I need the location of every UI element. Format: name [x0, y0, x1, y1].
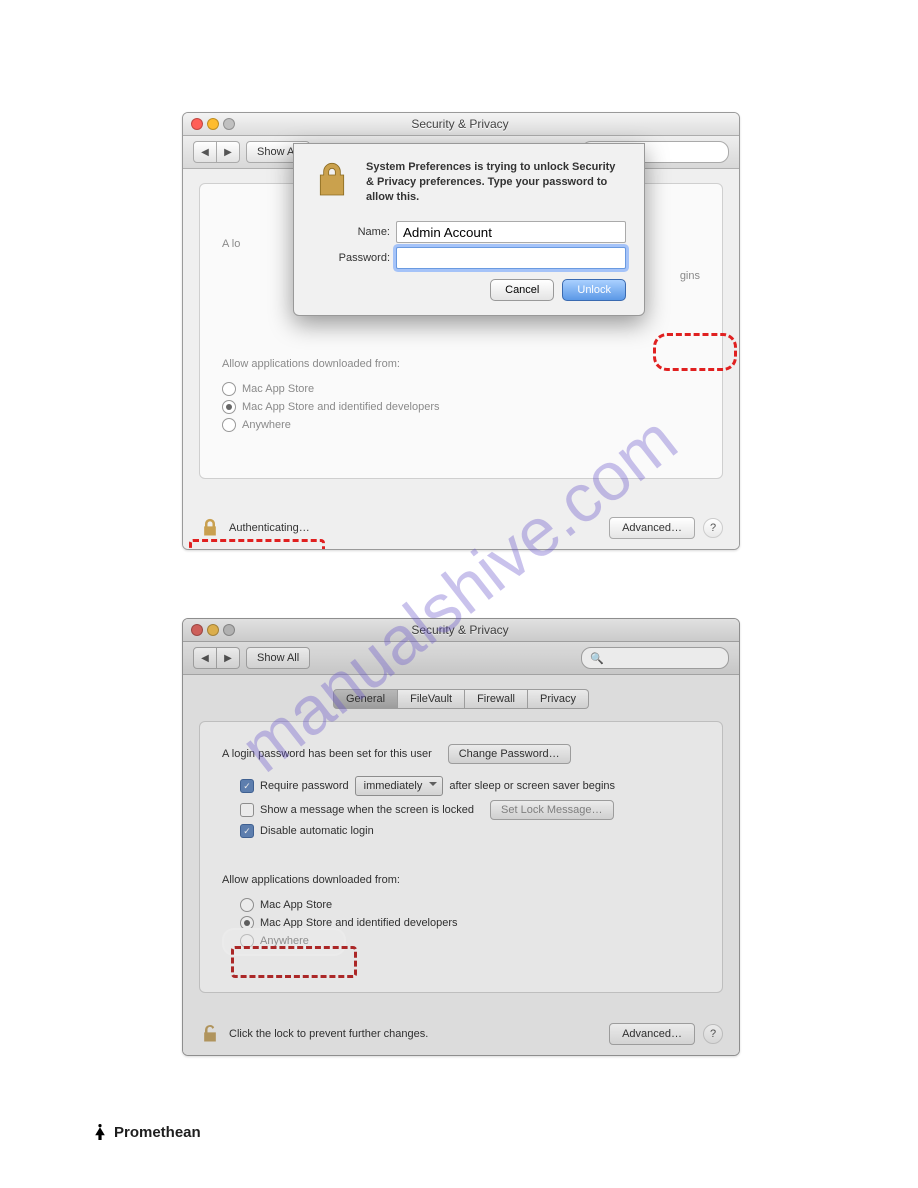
- login-text-fragment: A lo: [222, 238, 240, 250]
- lock-icon[interactable]: [199, 517, 221, 539]
- pane-footer: Authenticating… Advanced… ?: [199, 517, 723, 539]
- require-password-after: after sleep or screen saver begins: [449, 780, 615, 792]
- modal-message: System Preferences is trying to unlock S…: [366, 160, 626, 205]
- set-lock-message-button[interactable]: Set Lock Message…: [490, 800, 614, 820]
- brand-name: Promethean: [114, 1124, 201, 1141]
- settings-card: A login password has been set for this u…: [199, 721, 723, 993]
- cancel-button[interactable]: Cancel: [490, 279, 554, 301]
- auth-modal: System Preferences is trying to unlock S…: [293, 143, 645, 316]
- toolbar: ◀ ▶ Show All 🔍: [183, 642, 739, 675]
- window-security-privacy-unlocked: Security & Privacy ◀ ▶ Show All 🔍 Genera…: [182, 618, 740, 1056]
- window-title: Security & Privacy: [235, 623, 685, 637]
- opt-identified-dev: Mac App Store and identified developers: [242, 401, 440, 413]
- tab-bar: General FileVault Firewall Privacy: [199, 689, 723, 709]
- tab-filevault[interactable]: FileVault: [398, 689, 465, 709]
- advanced-button[interactable]: Advanced…: [609, 517, 695, 539]
- show-message-text: Show a message when the screen is locked: [260, 804, 474, 816]
- help-button[interactable]: ?: [703, 518, 723, 538]
- checkbox-require-password[interactable]: ✓: [240, 779, 254, 793]
- unlock-button[interactable]: Unlock: [562, 279, 626, 301]
- close-icon[interactable]: [191, 624, 203, 636]
- auth-form: Name: Password:: [312, 221, 626, 269]
- radio-mac-app-store[interactable]: [240, 898, 254, 912]
- tab-firewall[interactable]: Firewall: [465, 689, 528, 709]
- keychain-lock-icon: [312, 160, 352, 200]
- traffic-lights: [183, 624, 235, 636]
- window-title: Security & Privacy: [235, 117, 685, 131]
- back-button[interactable]: ◀: [193, 647, 217, 669]
- back-button[interactable]: ◀: [193, 141, 217, 163]
- zoom-icon[interactable]: [223, 624, 235, 636]
- require-password-text: Require password: [260, 780, 349, 792]
- login-password-text: A login password has been set for this u…: [222, 748, 432, 760]
- unlock-icon[interactable]: [199, 1023, 221, 1045]
- show-all-button[interactable]: Show All: [246, 647, 310, 669]
- name-input[interactable]: [396, 221, 626, 243]
- highlight-oval: [222, 928, 346, 956]
- modal-header: System Preferences is trying to unlock S…: [312, 160, 626, 205]
- password-input[interactable]: [396, 247, 626, 269]
- promethean-icon: [92, 1122, 108, 1142]
- require-password-delay[interactable]: immediately: [355, 776, 444, 796]
- pane-body: General FileVault Firewall Privacy A log…: [183, 675, 739, 1055]
- forward-button[interactable]: ▶: [217, 141, 240, 163]
- traffic-lights: [183, 118, 235, 130]
- help-button[interactable]: ?: [703, 1024, 723, 1044]
- search-input[interactable]: 🔍: [581, 647, 729, 669]
- minimize-icon[interactable]: [207, 624, 219, 636]
- minimize-icon[interactable]: [207, 118, 219, 130]
- window-security-privacy-auth: Security & Privacy ◀ ▶ Show All 🔍 A lo g…: [182, 112, 740, 550]
- change-password-button[interactable]: Change Password…: [448, 744, 571, 764]
- forward-button[interactable]: ▶: [217, 647, 240, 669]
- name-label: Name:: [312, 226, 396, 238]
- checkbox-disable-auto-login[interactable]: ✓: [240, 824, 254, 838]
- radio-anywhere: [222, 418, 236, 432]
- brand-logo: Promethean: [92, 1122, 201, 1142]
- ends-text-fragment: gins: [680, 270, 700, 282]
- opt-anywhere: Anywhere: [242, 419, 291, 431]
- nav-buttons: ◀ ▶: [193, 647, 240, 669]
- opt-mac-app-store: Mac App Store: [260, 899, 332, 911]
- zoom-icon[interactable]: [223, 118, 235, 130]
- close-icon[interactable]: [191, 118, 203, 130]
- radio-identified-dev: [222, 400, 236, 414]
- checkbox-show-message[interactable]: [240, 803, 254, 817]
- password-label: Password:: [312, 252, 396, 264]
- advanced-button[interactable]: Advanced…: [609, 1023, 695, 1045]
- radio-mac-app-store: [222, 382, 236, 396]
- allow-section-label: Allow applications downloaded from:: [222, 874, 700, 886]
- titlebar: Security & Privacy: [183, 113, 739, 136]
- lock-status: Authenticating…: [229, 522, 310, 534]
- allow-section-label: Allow applications downloaded from:: [222, 358, 440, 370]
- pane-footer: Click the lock to prevent further change…: [199, 1023, 723, 1045]
- opt-mac-app-store: Mac App Store: [242, 383, 314, 395]
- tab-general[interactable]: General: [333, 689, 398, 709]
- titlebar: Security & Privacy: [183, 619, 739, 642]
- disable-auto-login-text: Disable automatic login: [260, 825, 374, 837]
- lock-status: Click the lock to prevent further change…: [229, 1028, 428, 1040]
- search-icon: 🔍: [590, 652, 604, 665]
- tab-privacy[interactable]: Privacy: [528, 689, 589, 709]
- nav-buttons: ◀ ▶: [193, 141, 240, 163]
